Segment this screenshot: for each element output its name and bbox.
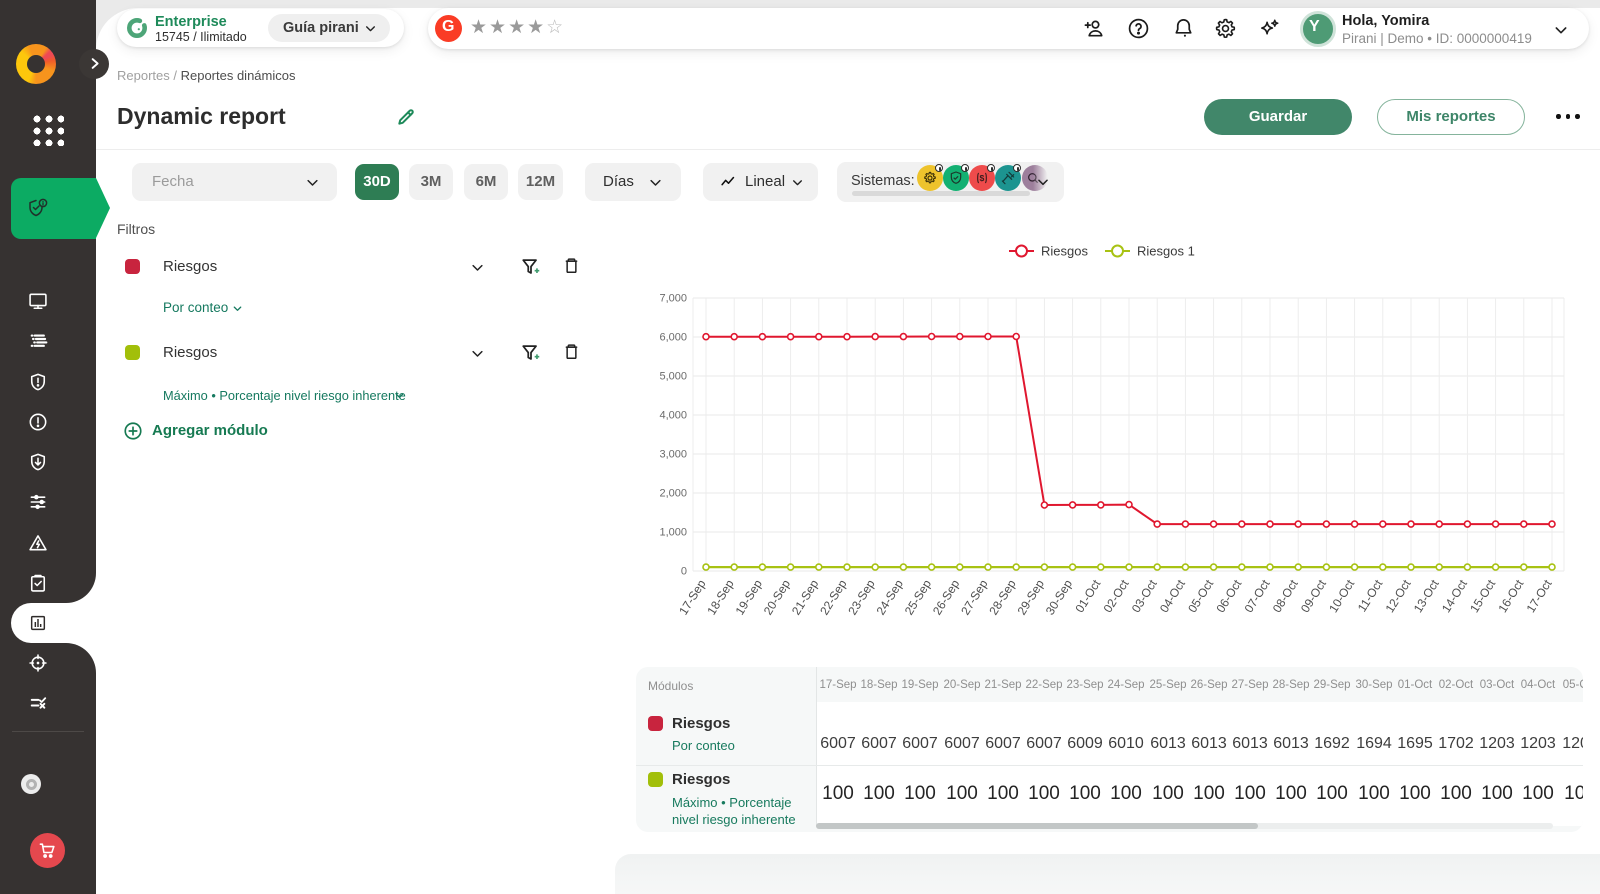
svg-text:01-Oct: 01-Oct (1072, 577, 1103, 616)
svg-text:14-Oct: 14-Oct (1439, 577, 1470, 616)
svg-text:7,000: 7,000 (659, 293, 687, 305)
svg-text:02-Oct: 02-Oct (1101, 577, 1132, 616)
svg-text:1,000: 1,000 (659, 527, 687, 539)
svg-text:08-Oct: 08-Oct (1270, 577, 1301, 616)
svg-text:05-Oct: 05-Oct (1185, 577, 1216, 616)
svg-text:28-Sep: 28-Sep (986, 577, 1019, 618)
svg-text:0: 0 (681, 566, 687, 578)
svg-text:03-Oct: 03-Oct (1129, 577, 1160, 616)
svg-text:04-Oct: 04-Oct (1157, 577, 1188, 616)
svg-text:29-Sep: 29-Sep (1015, 577, 1048, 618)
svg-text:22-Sep: 22-Sep (817, 577, 850, 618)
svg-text:16-Oct: 16-Oct (1495, 577, 1526, 616)
svg-text:4,000: 4,000 (659, 410, 687, 422)
svg-text:15-Oct: 15-Oct (1467, 577, 1498, 616)
svg-text:5,000: 5,000 (659, 371, 687, 383)
svg-text:25-Sep: 25-Sep (902, 577, 935, 618)
svg-text:23-Sep: 23-Sep (845, 577, 878, 618)
svg-text:21-Sep: 21-Sep (789, 577, 822, 618)
svg-text:Riesgos 1: Riesgos 1 (1137, 244, 1195, 259)
svg-text:20-Sep: 20-Sep (761, 577, 794, 618)
svg-text:30-Sep: 30-Sep (1043, 577, 1076, 618)
svg-text:11-Oct: 11-Oct (1355, 577, 1386, 615)
svg-text:19-Sep: 19-Sep (733, 577, 766, 618)
svg-text:$: $ (980, 173, 985, 183)
svg-text:2,000: 2,000 (659, 488, 687, 500)
svg-text:6,000: 6,000 (659, 332, 687, 344)
svg-text:3,000: 3,000 (659, 449, 687, 461)
svg-text:17-Sep: 17-Sep (676, 577, 709, 618)
svg-text:12-Oct: 12-Oct (1383, 577, 1414, 616)
svg-text:07-Oct: 07-Oct (1242, 577, 1273, 616)
svg-text:26-Sep: 26-Sep (930, 577, 963, 618)
svg-text:Riesgos: Riesgos (1041, 244, 1088, 259)
svg-text:17-Oct: 17-Oct (1524, 577, 1555, 616)
svg-text:27-Sep: 27-Sep (958, 577, 991, 618)
svg-text:13-Oct: 13-Oct (1411, 577, 1442, 616)
svg-text:24-Sep: 24-Sep (874, 577, 907, 618)
svg-text:09-Oct: 09-Oct (1298, 577, 1329, 616)
svg-text:18-Sep: 18-Sep (704, 577, 737, 618)
svg-text:06-Oct: 06-Oct (1213, 577, 1244, 616)
svg-text:10-Oct: 10-Oct (1326, 577, 1357, 616)
